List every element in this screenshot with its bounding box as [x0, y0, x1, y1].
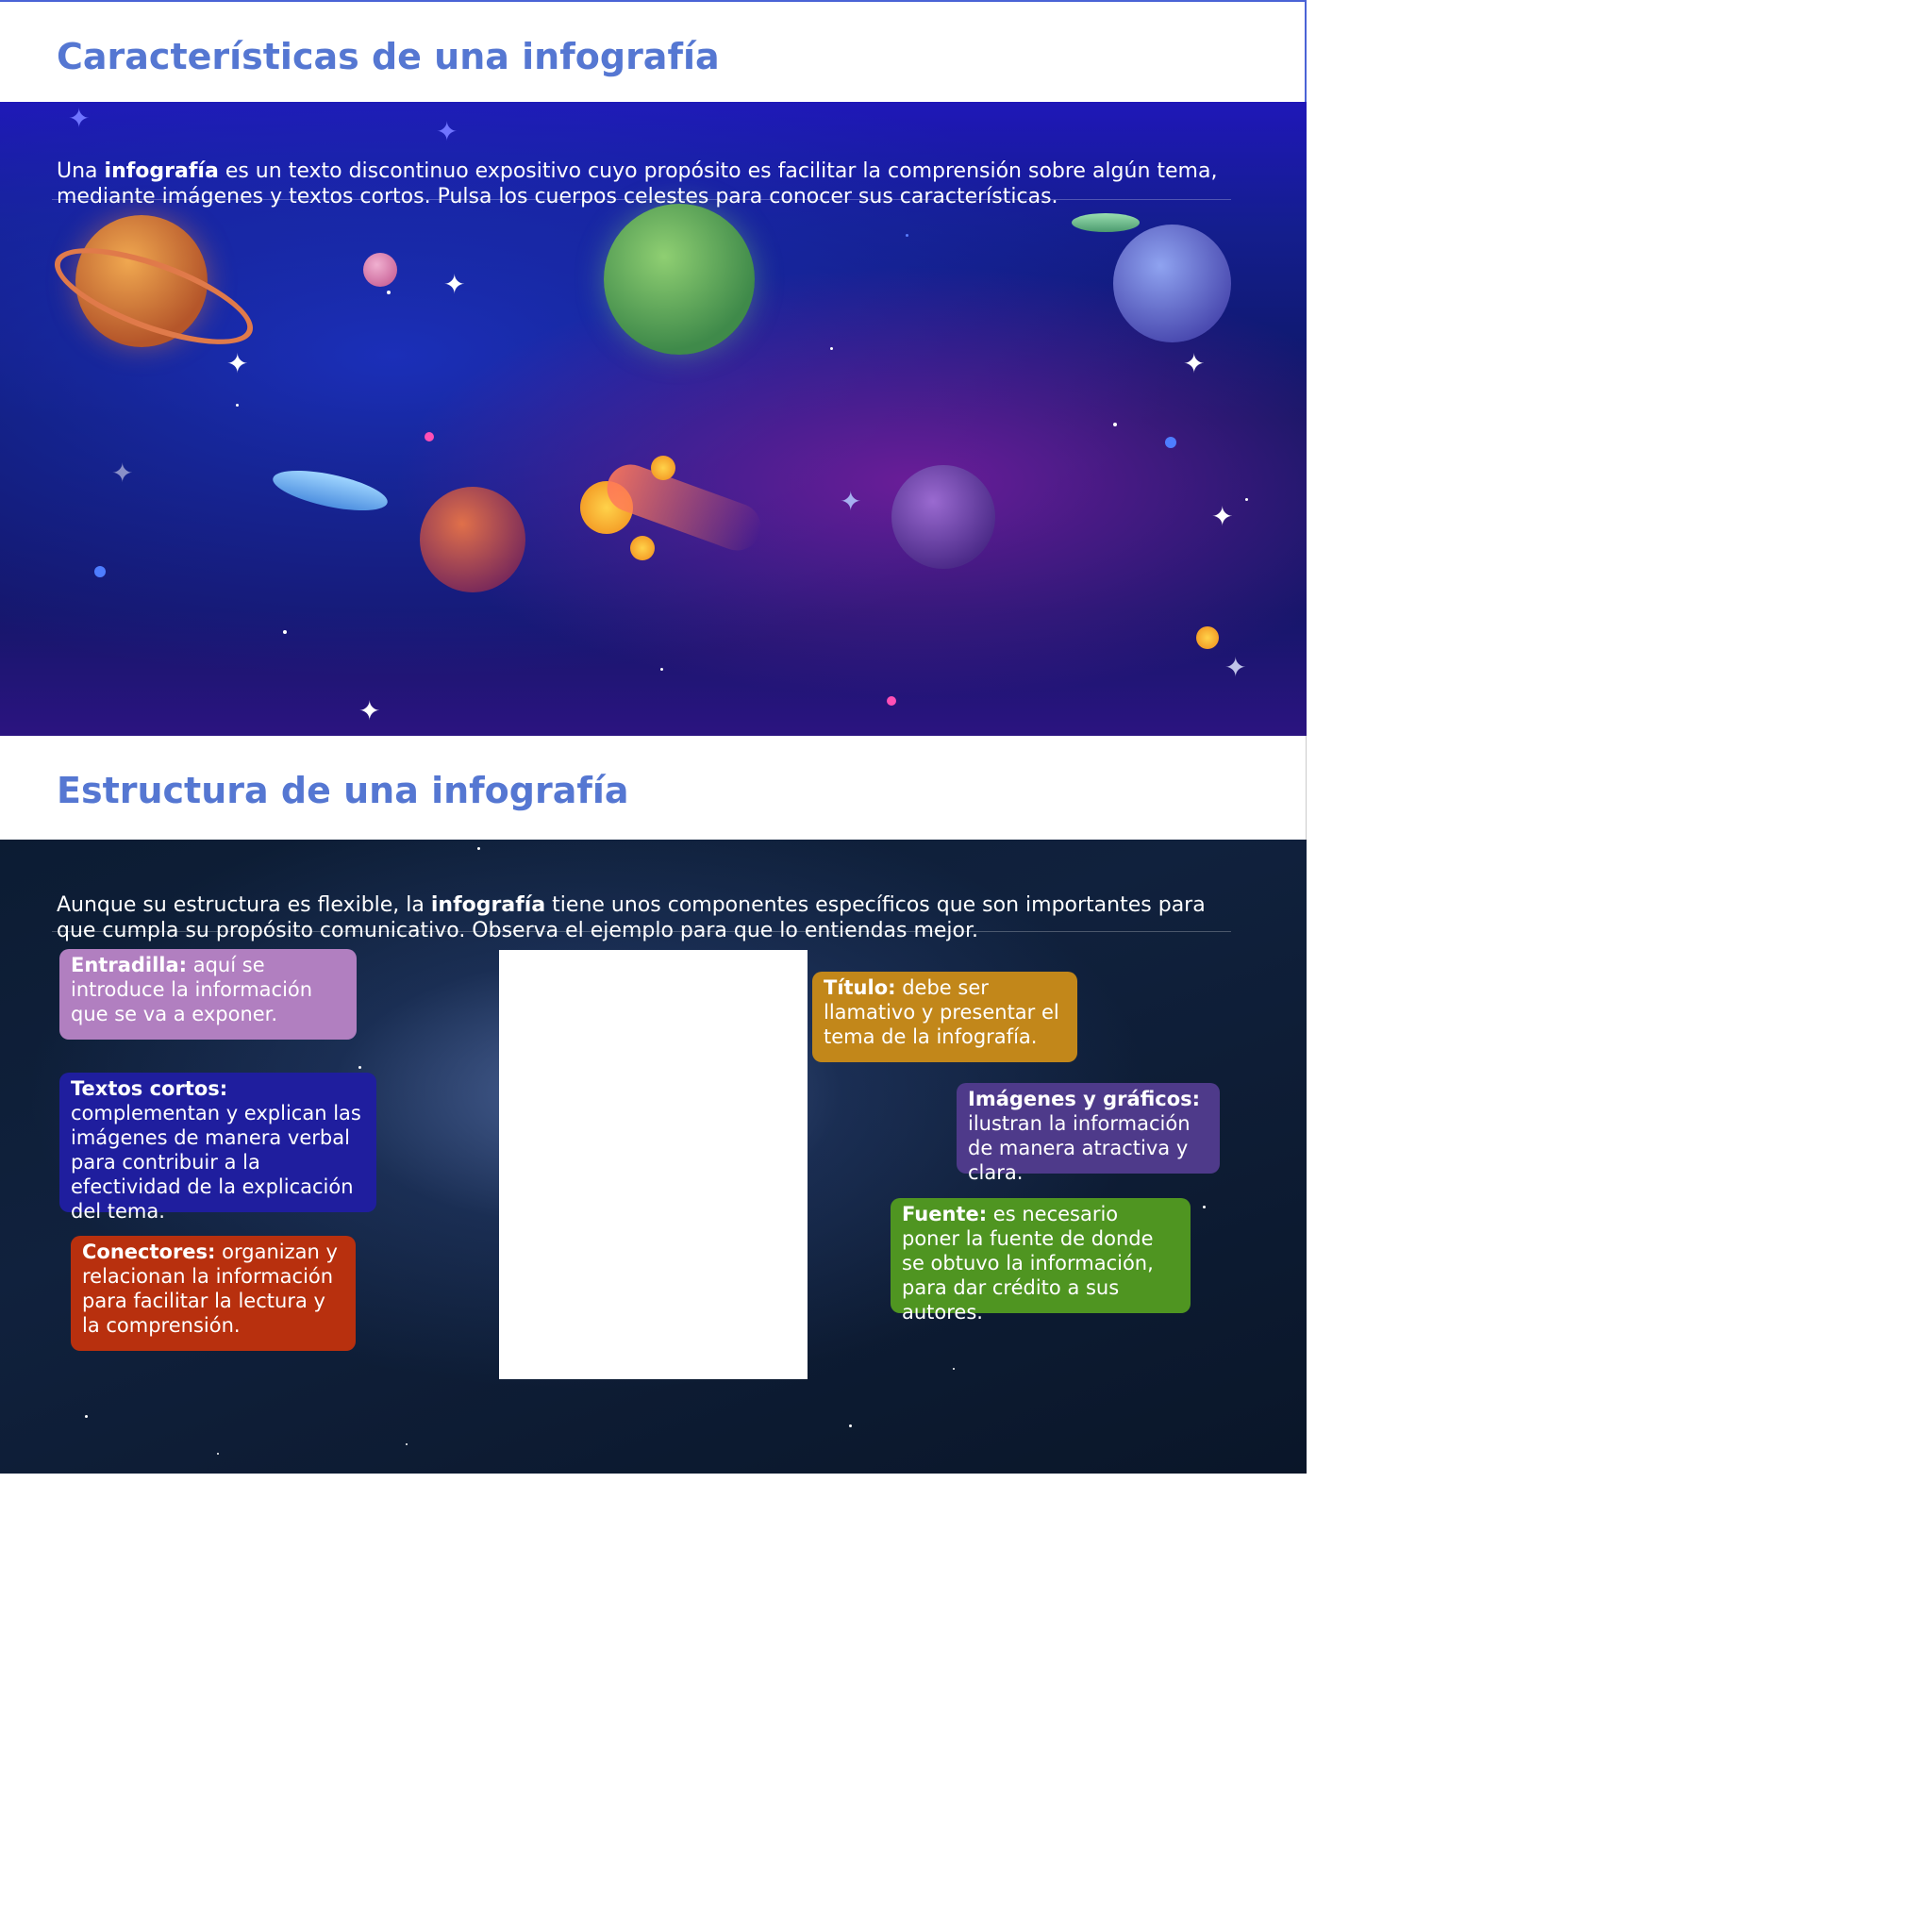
star: [1203, 1206, 1206, 1208]
section-2-header: Estructura de una infografía: [0, 736, 1307, 840]
star: [660, 668, 663, 671]
star: [94, 566, 106, 577]
sparkle-icon: ✦: [226, 348, 249, 379]
divider: [52, 931, 1231, 932]
star: [236, 404, 239, 407]
star: [358, 1066, 361, 1069]
section-2-title: Estructura de una infografía: [57, 770, 629, 811]
infographic-example: [499, 950, 808, 1379]
sparkle-icon: ✦: [840, 486, 862, 517]
sparkle-icon: ✦: [358, 695, 381, 726]
star: [1113, 423, 1117, 426]
star: [830, 347, 833, 350]
comet-tail: [600, 458, 768, 558]
star: [906, 234, 908, 237]
purple-planet[interactable]: [891, 465, 995, 569]
card-conectores[interactable]: Conectores: organizan y relacionan la in…: [71, 1236, 356, 1351]
sparkle-icon: ✦: [1224, 652, 1247, 683]
star: [1245, 498, 1248, 501]
sparkle-icon: ✦: [1211, 501, 1234, 532]
ufo-icon[interactable]: [269, 462, 391, 519]
green-planet[interactable]: [604, 204, 755, 355]
card-entradilla[interactable]: Entradilla: aquí se introduce la informa…: [59, 949, 357, 1040]
star: [477, 847, 480, 850]
section-1-title: Características de una infografía: [57, 36, 720, 77]
star: [953, 1368, 955, 1370]
star: [406, 1443, 408, 1445]
section-1-header: Características de una infografía: [0, 0, 1307, 102]
sparkle-icon: ✦: [111, 458, 134, 489]
section-2-intro: Aunque su estructura es flexible, la inf…: [57, 893, 1206, 942]
comet-icon: [1196, 626, 1219, 649]
star: [1165, 437, 1176, 448]
star: [283, 630, 287, 634]
sparkle-icon: ✦: [68, 103, 91, 134]
comet-icon: [651, 456, 675, 480]
star: [217, 1453, 219, 1455]
card-imagenes-graficos[interactable]: Imágenes y gráficos: ilustran la informa…: [957, 1083, 1220, 1184]
star: [85, 1415, 88, 1418]
ufo-icon[interactable]: [1072, 213, 1140, 232]
sparkle-icon: ✦: [443, 269, 466, 300]
sparkle-icon: ✦: [1183, 348, 1206, 379]
card-titulo[interactable]: Título: debe ser llamativo y presentar e…: [812, 972, 1077, 1062]
star: [387, 291, 391, 294]
star: [887, 696, 896, 706]
red-planet[interactable]: [420, 487, 525, 592]
sparkle-icon: ✦: [436, 116, 458, 147]
star: [849, 1424, 852, 1427]
section-1-intro: Una infografía es un texto discontinuo e…: [57, 159, 1218, 208]
card-textos-cortos[interactable]: Textos cortos: complementan y explican l…: [59, 1073, 376, 1223]
small-moon: [363, 253, 397, 287]
page: Características de una infografía ✦ ✦ ✦ …: [0, 0, 1307, 1474]
space-illustration: ✦ ✦ ✦ ✦ ✦ ✦ ✦ ✦ ✦ ✦ Una infografía es un…: [0, 102, 1307, 736]
galaxy-panel: Aunque su estructura es flexible, la inf…: [0, 840, 1307, 1474]
card-fuente[interactable]: Fuente: es necesario poner la fuente de …: [891, 1198, 1191, 1324]
comet-icon: [630, 536, 655, 560]
blue-planet[interactable]: [1113, 225, 1231, 342]
divider: [52, 199, 1231, 200]
star: [425, 432, 434, 441]
